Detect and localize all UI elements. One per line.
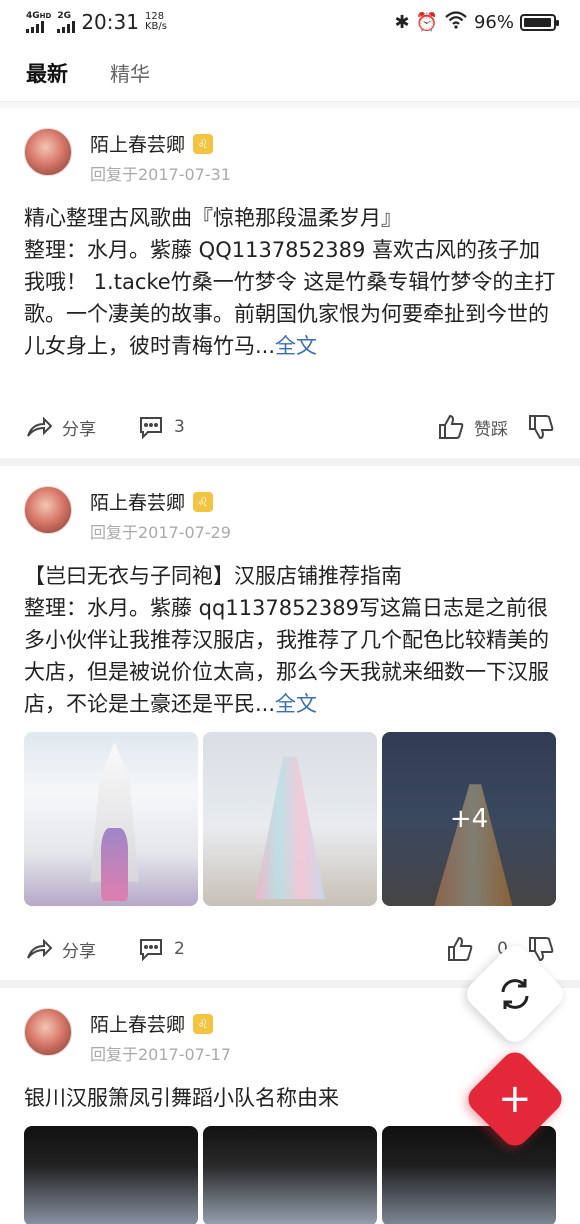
comment-button[interactable]: 3 [136, 412, 185, 442]
post-actions: 分享 3 赞踩 [24, 396, 556, 458]
avatar[interactable] [24, 486, 72, 534]
author-name[interactable]: 陌上春芸卿 [90, 1010, 185, 1037]
author-name[interactable]: 陌上春芸卿 [90, 130, 185, 157]
comment-count: 2 [174, 939, 185, 959]
share-label: 分享 [62, 941, 96, 962]
post-body[interactable]: 整理：水月。紫藤 QQ1137852389 喜欢古风的孩子加我哦！ 1.tack… [24, 234, 556, 362]
post-card[interactable]: 陌上春芸卿 ♌ 回复于2017-07-31 精心整理古风歌曲『惊艳那段温柔岁月』… [0, 108, 580, 458]
more-images-count: +4 [382, 732, 556, 906]
dislike-button[interactable] [526, 412, 556, 442]
read-more-link[interactable]: 全文 [275, 334, 317, 358]
comment-icon [136, 412, 166, 442]
image-grid [24, 1126, 556, 1224]
thumbs-up-icon [436, 412, 466, 442]
post-image[interactable] [24, 1126, 198, 1224]
comment-count: 3 [174, 417, 185, 437]
thumbs-down-icon [526, 412, 556, 442]
alarm-icon: ⏰ [415, 11, 438, 33]
status-left: 4GHD 2G 20:31 128 KB/s [26, 10, 167, 34]
share-button[interactable]: 分享 [24, 412, 96, 442]
share-icon [24, 934, 54, 964]
status-right: ✱ ⏰ 96% [394, 10, 559, 35]
post-image[interactable] [203, 732, 377, 906]
clock: 20:31 [81, 10, 139, 34]
post-header: 陌上春芸卿 ♌ 回复于2017-07-31 [24, 128, 556, 184]
post-title[interactable]: 精心整理古风歌曲『惊艳那段温柔岁月』 [24, 202, 556, 234]
author-name[interactable]: 陌上春芸卿 [90, 488, 185, 515]
refresh-icon [497, 976, 533, 1012]
share-label: 分享 [62, 419, 96, 440]
post-actions: 分享 2 0 [24, 918, 556, 980]
tab-featured[interactable]: 精华 [110, 58, 150, 87]
post-date: 回复于2017-07-31 [90, 165, 231, 184]
status-bar: 4GHD 2G 20:31 128 KB/s ✱ ⏰ 96% [0, 0, 580, 44]
battery-percent: 96% [473, 11, 514, 33]
level-badge-icon: ♌ [193, 133, 214, 154]
read-more-link[interactable]: 全文 [275, 692, 317, 716]
battery-icon [520, 13, 559, 31]
post-image[interactable] [382, 1126, 556, 1224]
post-header: 陌上春芸卿 ♌ 回复于2017-07-17 [24, 1008, 556, 1064]
post-date: 回复于2017-07-17 [90, 1045, 231, 1064]
post-image[interactable]: +4 [382, 732, 556, 906]
post-meta: 陌上春芸卿 ♌ 回复于2017-07-31 [90, 128, 231, 185]
tab-latest[interactable]: 最新 [26, 58, 68, 88]
level-badge-icon: ♌ [193, 1013, 214, 1034]
share-icon [24, 412, 54, 442]
like-label: 赞踩 [474, 419, 508, 440]
signal-4g: 4GHD [26, 11, 51, 33]
post-image[interactable] [203, 1126, 377, 1224]
signal-2g: 2G [57, 11, 76, 33]
like-button[interactable]: 赞踩 [436, 412, 508, 442]
post-header: 陌上春芸卿 ♌ 回复于2017-07-29 [24, 486, 556, 542]
wifi-icon [444, 10, 468, 35]
comment-button[interactable]: 2 [136, 934, 185, 964]
divider [0, 458, 580, 466]
share-button[interactable]: 分享 [24, 934, 96, 964]
tab-bar: 最新 精华 [0, 44, 580, 102]
post-body[interactable]: 整理：水月。紫藤 qq1137852389写这篇日志是之前很多小伙伴让我推荐汉服… [24, 592, 556, 720]
post-card[interactable]: 陌上春芸卿 ♌ 回复于2017-07-29 【岂曰无衣与子同袍】汉服店铺推荐指南… [0, 466, 580, 980]
post-date: 回复于2017-07-29 [90, 523, 231, 542]
net-speed: 128 KB/s [144, 11, 167, 32]
post-image[interactable] [24, 732, 198, 906]
post-meta: 陌上春芸卿 ♌ 回复于2017-07-17 [90, 1008, 231, 1065]
plus-icon: + [498, 1075, 532, 1122]
level-badge-icon: ♌ [193, 491, 214, 512]
comment-icon [136, 934, 166, 964]
avatar[interactable] [24, 1008, 72, 1056]
bluetooth-icon: ✱ [394, 11, 410, 33]
thumbs-up-icon [445, 934, 475, 964]
image-grid: +4 [24, 732, 556, 906]
avatar[interactable] [24, 128, 72, 176]
post-title[interactable]: 【岂曰无衣与子同袍】汉服店铺推荐指南 [24, 560, 556, 592]
post-meta: 陌上春芸卿 ♌ 回复于2017-07-29 [90, 486, 231, 543]
